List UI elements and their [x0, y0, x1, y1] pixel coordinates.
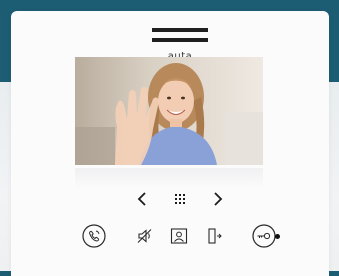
- chevron-left-icon: [137, 192, 146, 206]
- chevron-right-icon: [214, 192, 223, 206]
- unlock-button[interactable]: [250, 222, 278, 250]
- video-screen[interactable]: [75, 57, 263, 165]
- door-open-icon: [208, 228, 222, 244]
- previous-button[interactable]: [132, 189, 152, 209]
- control-bar: [70, 222, 300, 250]
- logo-bar-bottom: [152, 38, 208, 42]
- menu-button[interactable]: [170, 189, 190, 209]
- camera-feed-image: [75, 57, 263, 165]
- screen-reflection: [75, 168, 263, 188]
- next-button[interactable]: [208, 189, 228, 209]
- contact-monitor-icon: [170, 228, 188, 244]
- monitor-button[interactable]: [168, 222, 190, 250]
- handset-call-icon: [82, 224, 106, 248]
- mute-speaker-icon: [137, 229, 152, 243]
- status-indicator-dot: [275, 234, 280, 239]
- navigation-bar: [120, 189, 223, 209]
- key-unlock-icon: [252, 224, 276, 248]
- call-button[interactable]: [80, 222, 108, 250]
- logo-bar-top: [152, 28, 208, 32]
- brand-logo: auta: [152, 25, 208, 62]
- mute-button[interactable]: [134, 222, 156, 250]
- grid-menu-icon: [175, 194, 185, 204]
- door-button[interactable]: [205, 222, 225, 250]
